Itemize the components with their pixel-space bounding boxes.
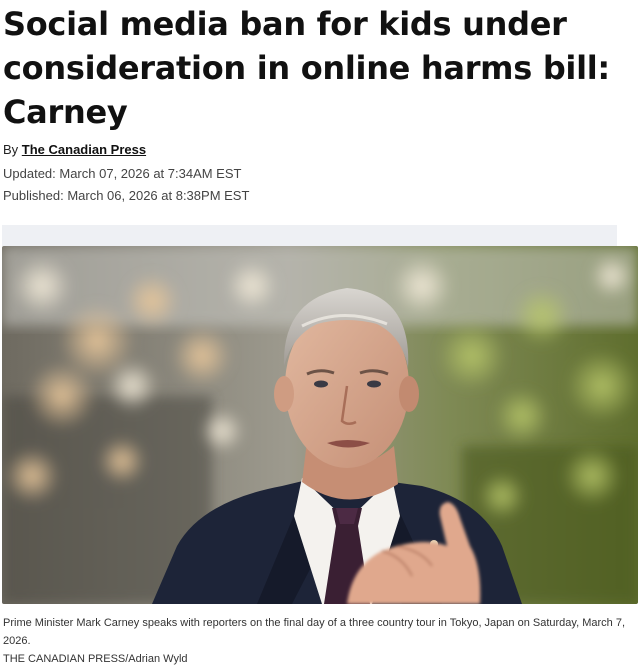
published-timestamp: Published: March 06, 2026 at 8:38PM EST [3,188,250,203]
media-top-band [2,225,617,246]
photo-credit: THE CANADIAN PRESS/Adrian Wyld [3,653,188,665]
byline-prefix: By [3,142,19,157]
article-photo[interactable] [2,246,638,604]
caption-text: Prime Minister Mark Carney speaks with r… [3,617,625,647]
updated-timestamp: Updated: March 07, 2026 at 7:34AM EST [3,166,242,181]
photo-caption: Prime Minister Mark Carney speaks with r… [3,614,637,668]
photo-illustration [2,246,638,604]
byline: By The Canadian Press [3,142,146,157]
byline-author-link[interactable]: The Canadian Press [22,142,146,157]
article-headline: Social media ban for kids under consider… [3,5,610,131]
